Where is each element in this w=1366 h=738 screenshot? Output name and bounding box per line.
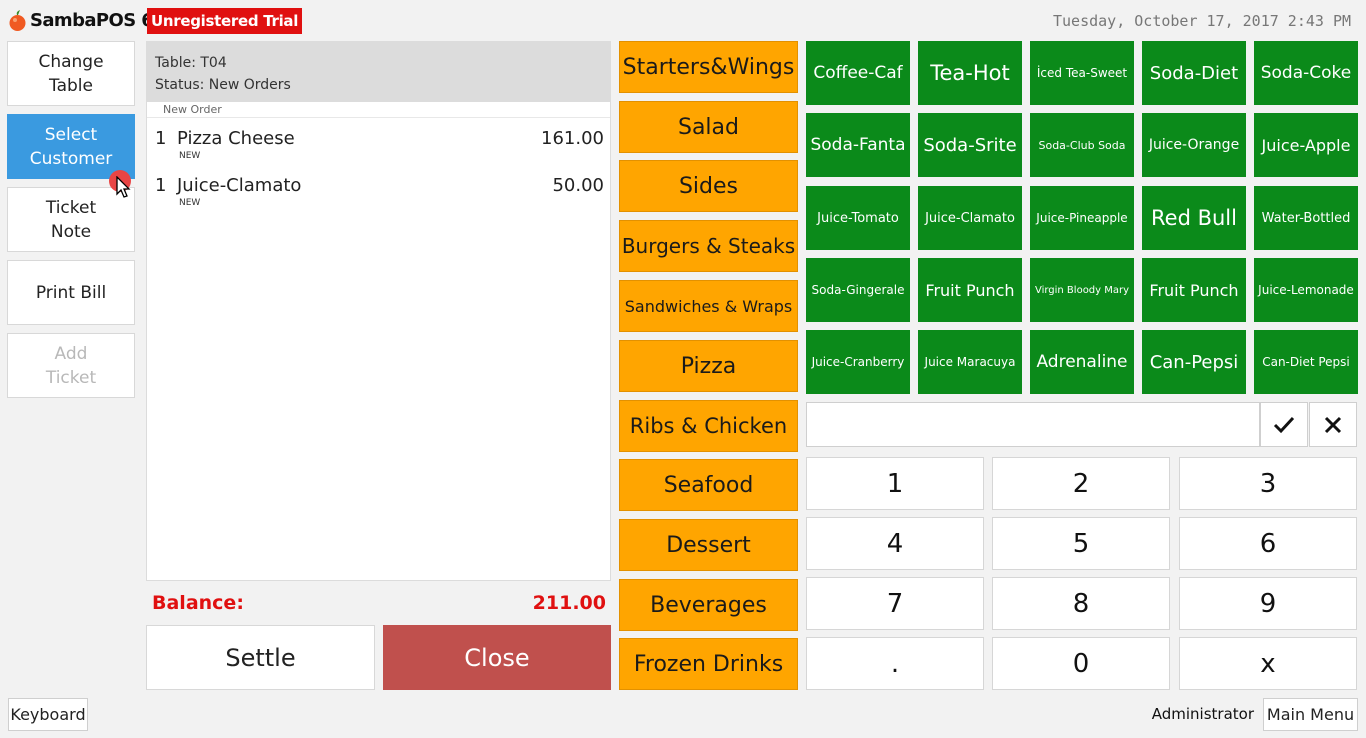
product-button[interactable]: Tea-Hot [918,41,1022,105]
print-bill-button[interactable]: Print Bill [7,260,135,325]
product-button[interactable]: Juice-Cranberry [806,330,910,394]
category-burgers-steaks[interactable]: Burgers & Steaks [619,220,798,272]
product-button[interactable]: Juice-Lemonade [1254,258,1358,322]
order-name: Juice-Clamato [177,175,302,196]
header-bar: SambaPOS 6 Unregistered Trial Tuesday, O… [0,0,1366,40]
app-title: SambaPOS 6 [30,10,154,31]
checkmark-icon [1273,416,1295,433]
close-button[interactable]: Close [383,625,611,690]
table-label: Table: T04 [155,55,227,71]
numpad-key-0[interactable]: 0 [992,637,1170,690]
product-button[interactable]: Soda-Gingerale [806,258,910,322]
balance-value: 211.00 [532,592,606,614]
category-pizza[interactable]: Pizza [619,340,798,392]
confirm-button[interactable] [1260,402,1308,447]
numpad-key-2[interactable]: 2 [992,457,1170,510]
change-table-button[interactable]: Change Table [7,41,135,106]
order-price: 50.00 [552,175,604,196]
order-group-header: New Order [147,102,610,118]
select-customer-button[interactable]: Select Customer [7,114,135,179]
category-beverages[interactable]: Beverages [619,579,798,631]
ticket-header: Table: T04 Status: New Orders [147,42,610,102]
product-button[interactable]: Virgin Bloody Mary [1030,258,1134,322]
numpad-key-decimal[interactable]: . [806,637,984,690]
logged-in-user: Administrator [1151,705,1254,723]
logo-icon [9,10,26,31]
product-button[interactable]: Fruit Punch [1142,258,1246,322]
numpad-key-multiply[interactable]: x [1179,637,1357,690]
ticket-panel: Table: T04 Status: New Orders New Order … [146,41,611,581]
product-button[interactable]: Fruit Punch [918,258,1022,322]
keyboard-button[interactable]: Keyboard [8,698,88,731]
product-button[interactable]: Juice-Apple [1254,113,1358,177]
numpad-key-9[interactable]: 9 [1179,577,1357,630]
mouse-pointer-icon [116,176,131,198]
product-button[interactable]: Juice-Tomato [806,186,910,250]
category-dessert[interactable]: Dessert [619,519,798,571]
category-ribs-chicken[interactable]: Ribs & Chicken [619,400,798,452]
numpad-key-7[interactable]: 7 [806,577,984,630]
product-button[interactable]: Soda-Club Soda [1030,113,1134,177]
category-starters-wings[interactable]: Starters&Wings [619,41,798,93]
product-button[interactable]: Juice Maracuya [918,330,1022,394]
numpad-key-3[interactable]: 3 [1179,457,1357,510]
cancel-button[interactable] [1309,402,1357,447]
numpad-key-8[interactable]: 8 [992,577,1170,630]
category-salad[interactable]: Salad [619,101,798,153]
order-quantity: 1 [155,128,167,149]
product-button[interactable]: Soda-Srite [918,113,1022,177]
product-button[interactable]: Juice-Clamato [918,186,1022,250]
product-button[interactable]: Soda-Diet [1142,41,1246,105]
order-price: 161.00 [541,128,604,149]
category-seafood[interactable]: Seafood [619,459,798,511]
order-state-tag: NEW [179,198,201,208]
product-button[interactable]: Water-Bottled [1254,186,1358,250]
order-line[interactable]: 1 Pizza Cheese 161.00 NEW [147,118,610,165]
order-line[interactable]: 1 Juice-Clamato 50.00 NEW [147,165,610,212]
product-button[interactable]: Can-Diet Pepsi [1254,330,1358,394]
numeric-input[interactable] [806,402,1260,447]
close-icon [1324,416,1342,433]
numpad-key-6[interactable]: 6 [1179,517,1357,570]
numpad-key-1[interactable]: 1 [806,457,984,510]
product-button[interactable]: Coffee-Caf [806,41,910,105]
order-state-tag: NEW [179,151,201,161]
product-button[interactable]: Soda-Fanta [806,113,910,177]
settle-button[interactable]: Settle [146,625,375,690]
main-menu-button[interactable]: Main Menu [1263,698,1358,731]
datetime-display: Tuesday, October 17, 2017 2:43 PM [1052,12,1351,30]
product-button[interactable]: Soda-Coke [1254,41,1358,105]
product-button[interactable]: Juice-Pineapple [1030,186,1134,250]
product-button[interactable]: İced Tea-Sweet [1030,41,1134,105]
product-button[interactable]: Can-Pepsi [1142,330,1246,394]
numpad-key-5[interactable]: 5 [992,517,1170,570]
balance-label: Balance: [152,592,244,614]
product-button[interactable]: Juice-Orange [1142,113,1246,177]
category-frozen-drinks[interactable]: Frozen Drinks [619,638,798,690]
order-quantity: 1 [155,175,167,196]
category-sides[interactable]: Sides [619,160,798,212]
trial-badge: Unregistered Trial [147,8,303,34]
numpad-key-4[interactable]: 4 [806,517,984,570]
order-name: Pizza Cheese [177,128,295,149]
category-sandwiches-wraps[interactable]: Sandwiches & Wraps [619,280,798,332]
add-ticket-button[interactable]: Add Ticket [7,333,135,398]
product-button[interactable]: Red Bull [1142,186,1246,250]
ticket-status: Status: New Orders [155,77,291,93]
product-button[interactable]: Adrenaline [1030,330,1134,394]
